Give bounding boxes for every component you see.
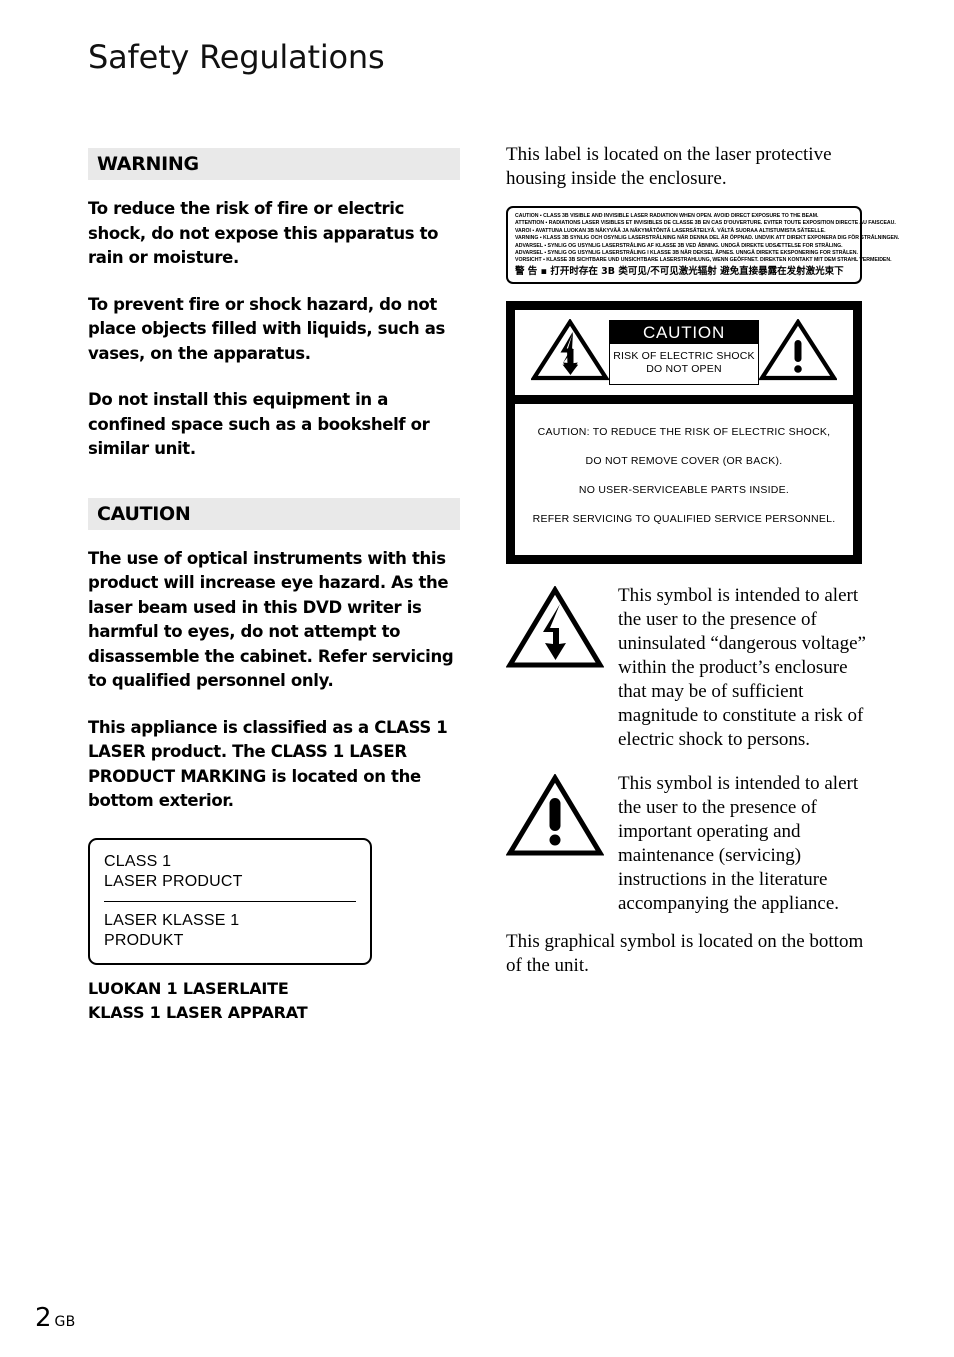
warning-section-heading: WARNING [88,148,460,180]
caution-body-line-4: REFER SERVICING TO QUALIFIED SERVICE PER… [532,512,836,525]
caution-paragraph-1: The use of optical instruments with this… [88,548,454,691]
right-column: This label is located on the laser prote… [505,143,900,978]
lightning-bolt-symbol-graphic [505,584,610,675]
caution-body-line-2: DO NOT REMOVE COVER (OR BACK). [585,454,783,467]
page-title: Safety Regulations [88,38,385,76]
caution-body-line-1: CAUTION: TO REDUCE THE RISK OF ELECTRIC … [537,425,831,438]
page-number: 2 [35,1303,52,1333]
class-1-laser-product-box: CLASS 1 LASER PRODUCT LASER KLASSE 1 PRO… [88,837,372,965]
caution-plate: CAUTION RISK OF ELECTRIC SHOCK DO NOT OP… [609,319,759,385]
caution-plate-line-1: RISK OF ELECTRIC SHOCK [613,349,755,362]
caution-box-top-row: CAUTION RISK OF ELECTRIC SHOCK DO NOT OP… [515,309,853,395]
caution-plate-line-2: DO NOT OPEN [646,362,722,375]
laser-radiation-label: CAUTION ▪ CLASS 3B VISIBLE AND INVISIBLE… [506,206,900,284]
closing-text: This graphical symbol is located on the … [506,930,864,976]
laser-class-line-4: PRODUKT [104,931,184,949]
symbol-explanation-exclamation-text: This symbol is intended to alert the use… [618,772,859,914]
symbol-explanation-exclamation: This symbol is intended to alert the use… [505,772,876,916]
laser-class-line-1: CLASS 1 [104,852,172,870]
caution-paragraph-2: This appliance is classified as a CLASS … [88,717,448,811]
caution-box-divider [515,394,853,404]
symbol-explanation-lightning-text: This symbol is intended to alert the use… [618,584,866,750]
label-location-intro-text: This label is located on the laser prote… [506,144,832,189]
exclamation-triangle-icon [758,317,838,386]
exclamation-symbol-graphic [505,772,610,863]
page-region-code: GB [54,1314,76,1330]
caution-plate-body: RISK OF ELECTRIC SHOCK DO NOT OPEN [610,343,758,384]
electric-shock-caution-box: CAUTION RISK OF ELECTRIC SHOCK DO NOT OP… [506,300,862,564]
laser-label-line-da: ADVARSEL ▪ SYNLIG OG USYNLIG LASERSTRÅLI… [515,242,843,249]
caution-plate-heading: CAUTION [610,320,758,344]
laser-class-line-3: LASER KLASSE 1 [104,911,240,929]
symbol-explanation-exclamation-text-wrap: This symbol is intended to alert the use… [610,772,876,916]
luokan-line-1: LUOKAN 1 LASERLAITE [88,978,289,998]
laser-class-line-2: LASER PRODUCT [104,872,243,890]
luokan-klass-block: LUOKAN 1 LASERLAITE KLASS 1 LASER APPARA… [88,977,460,1025]
warning-paragraph-3: Do not install this equipment in a confi… [88,390,430,458]
caution-body-line-3: NO USER-SERVICEABLE PARTS INSIDE. [578,483,790,496]
symbol-explanation-lightning-text-wrap: This symbol is intended to alert the use… [610,584,876,752]
caution-box-body: CAUTION: TO REDUCE THE RISK OF ELECTRIC … [515,403,853,555]
laser-class-divider [104,900,356,902]
left-column: WARNING To reduce the risk of fire or el… [88,148,460,1025]
laser-label-line-zh: 警 告 ▪ 打开时存在 3B 类可见/不可见激光辐射 避免直接暴露在发射激光束下 [515,265,844,277]
document-page: Safety Regulations WARNING To reduce the… [0,0,954,1357]
symbol-explanation-lightning: This symbol is intended to alert the use… [505,584,876,752]
page-footer: 2 GB [35,1303,75,1333]
warning-paragraph-2: To prevent fire or shock hazard, do not … [88,294,445,363]
laser-label-line-fr: ATTENTION ▪ RADIATIONS LASER VISIBLES ET… [515,220,896,227]
luokan-line-2: KLASS 1 LASER APPARAT [88,1002,308,1022]
caution-section-heading: CAUTION [88,497,460,530]
laser-label-line-sv: VARNING ▪ KLASS 3B SYNLIG OCH OSYNLIG LA… [515,235,900,242]
lightning-bolt-triangle-icon [530,317,610,386]
laser-label-line-en: CAUTION ▪ CLASS 3B VISIBLE AND INVISIBLE… [515,213,819,219]
laser-label-line-de: VORSICHT ▪ KLASSE 3B SICHTBARE UND UNSIC… [515,257,892,264]
warning-paragraph-1: To reduce the risk of fire or electric s… [88,199,439,267]
